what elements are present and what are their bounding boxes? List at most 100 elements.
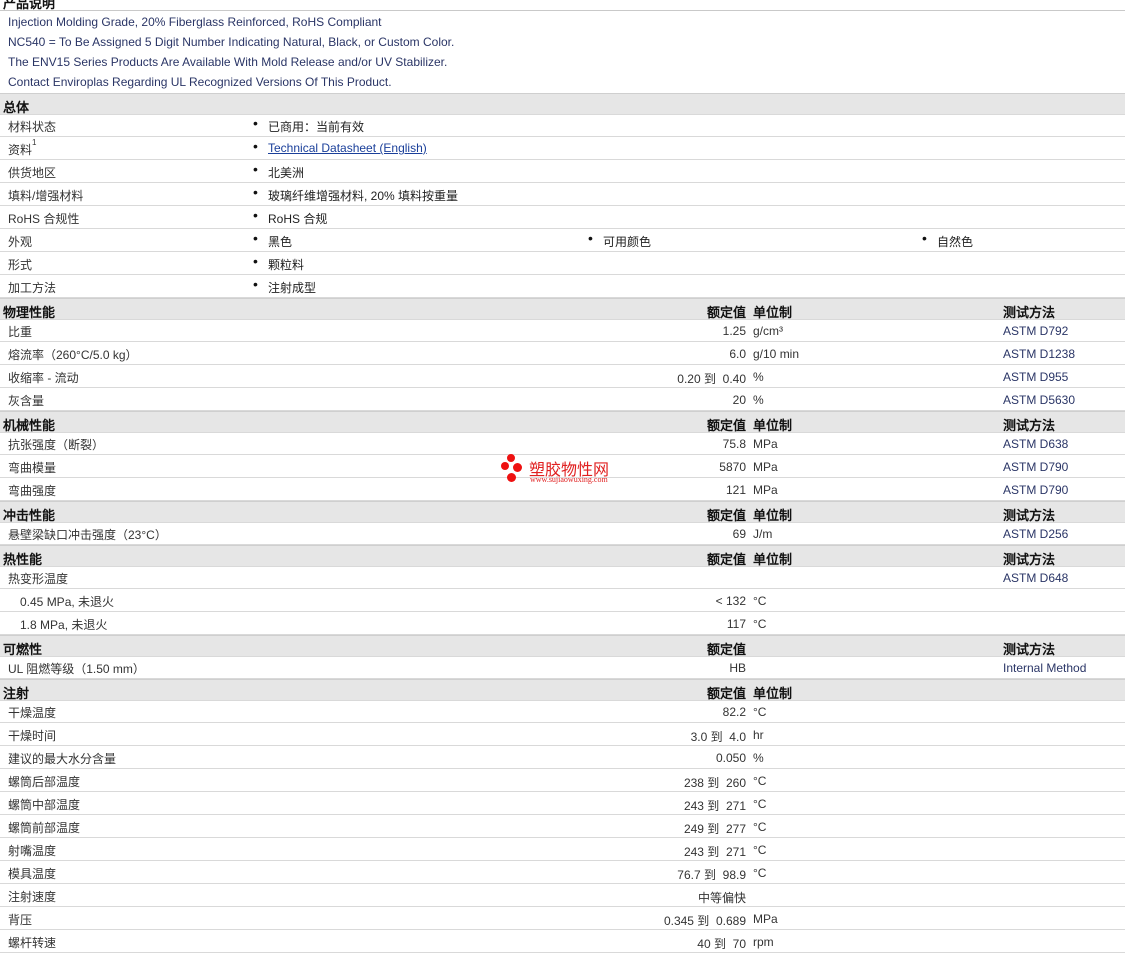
row-value: 北美洲 <box>268 166 305 180</box>
property-unit: MPa <box>753 483 778 497</box>
bullet-icon: • <box>253 253 258 269</box>
row-value: 已商用：当前有效 <box>268 120 365 134</box>
property-row: 收缩率 - 流动 0.20 到 0.40% ASTM D955 <box>0 365 1125 388</box>
section-header: 冲击性能 额定值 单位制 测试方法 <box>0 501 1125 523</box>
property-unit: % <box>753 751 764 765</box>
property-unit: °C <box>753 594 767 608</box>
property-value: 121 <box>725 483 746 497</box>
datasheet-link[interactable]: Technical Datasheet (English) <box>268 141 427 155</box>
property-row: 比重 1.25 g/cm³ ASTM D792 <box>0 319 1125 342</box>
property-row: 螺筒前部温度 249 到 277 °C <box>0 815 1125 838</box>
property-row: UL 阻燃等级（1.50 mm） HB Internal Method <box>0 656 1125 679</box>
description-line: Injection Molding Grade, 20% Fiberglass … <box>8 15 382 29</box>
test-method: Internal Method <box>1003 661 1087 675</box>
row-value: 玻璃纤维增强材料, 20% 填料按重量 <box>268 189 459 203</box>
bullet-icon: • <box>253 230 258 246</box>
property-unit: hr <box>753 728 764 742</box>
property-unit: g/cm³ <box>753 324 783 338</box>
watermark-logo: 塑胶物性网 www.sujiaowuxing.com <box>499 451 639 491</box>
test-method: ASTM D256 <box>1003 527 1069 541</box>
bullet-icon: • <box>253 161 258 177</box>
property-unit: °C <box>753 774 767 788</box>
bullet-icon: • <box>253 276 258 292</box>
property-value: 0.345 到 0.689 <box>663 914 746 928</box>
property-value: 1.25 <box>722 324 746 338</box>
general-row: 材料状态 • 已商用：当前有效 <box>0 114 1125 137</box>
row-value: 颗粒料 <box>268 258 305 272</box>
property-row: 干燥温度 82.2 °C <box>0 700 1125 723</box>
test-method: ASTM D1238 <box>1003 347 1076 361</box>
general-row: RoHS 合规性 • RoHS 合规 <box>0 206 1125 229</box>
property-unit: °C <box>753 843 767 857</box>
description-line: Contact Enviroplas Regarding UL Recogniz… <box>8 75 392 89</box>
property-unit: MPa <box>753 437 778 451</box>
property-label: 0.45 MPa, 未退火 <box>20 595 115 609</box>
footnote-marker: 1 <box>32 138 37 147</box>
logo-dot <box>507 473 516 482</box>
general-row: 供货地区 • 北美洲 <box>0 160 1125 183</box>
bullet-icon: • <box>253 115 258 131</box>
property-label: 建议的最大水分含量 <box>8 752 117 766</box>
property-label: 弯曲强度 <box>8 484 57 498</box>
test-method: ASTM D648 <box>1003 571 1069 585</box>
property-row: 注射速度 中等偏快 <box>0 884 1125 907</box>
property-label: 熔流率（260°C/5.0 kg） <box>8 348 138 362</box>
property-label: 背压 <box>8 913 33 927</box>
property-label: 螺杆转速 <box>8 936 57 950</box>
property-label: UL 阻燃等级（1.50 mm） <box>8 662 145 676</box>
property-unit: °C <box>753 797 767 811</box>
property-label: 干燥时间 <box>8 729 57 743</box>
property-unit: MPa <box>753 912 778 926</box>
row-value: 可用颜色 <box>603 235 652 249</box>
property-label: 射嘴温度 <box>8 844 57 858</box>
property-label: 1.8 MPa, 未退火 <box>20 618 108 632</box>
test-method: ASTM D955 <box>1003 370 1069 384</box>
property-unit: °C <box>753 866 767 880</box>
property-value: 3.0 到 4.0 <box>690 730 746 744</box>
general-row: 形式 • 颗粒料 <box>0 252 1125 275</box>
property-label: 收缩率 - 流动 <box>8 371 79 385</box>
property-unit: MPa <box>753 460 778 474</box>
general-row: 资料1 • Technical Datasheet (English) <box>0 137 1125 160</box>
property-row: 射嘴温度 243 到 271 °C <box>0 838 1125 861</box>
row-label: 填料/增强材料 <box>8 189 84 203</box>
logo-dot <box>513 463 522 472</box>
property-value: 69 <box>732 527 746 541</box>
bullet-icon: • <box>922 230 927 246</box>
test-method: ASTM D638 <box>1003 437 1069 451</box>
section-title: 产品说明 <box>3 0 56 11</box>
watermark-url: www.sujiaowuxing.com <box>530 475 608 484</box>
property-value: 40 到 70 <box>697 937 746 951</box>
property-value: 238 到 260 <box>683 776 746 790</box>
section-header: 可燃性 额定值 测试方法 <box>0 635 1125 657</box>
section-header: 注射 额定值 单位制 <box>0 679 1125 701</box>
property-value: 249 到 277 <box>683 822 746 836</box>
property-unit: J/m <box>753 527 773 541</box>
property-label: 悬壁梁缺口冲击强度（23°C） <box>8 528 167 542</box>
logo-dot <box>501 462 509 470</box>
bullet-icon: • <box>253 207 258 223</box>
general-row: 外观 • 黑色 • 可用颜色 • 自然色 <box>0 229 1125 252</box>
row-label: 外观 <box>8 235 33 249</box>
bullet-icon: • <box>253 184 258 200</box>
section-header: 总体 <box>0 93 1125 115</box>
property-value: 75.8 <box>722 437 746 451</box>
property-label: 模具温度 <box>8 867 57 881</box>
property-label: 比重 <box>8 325 33 339</box>
property-row: 建议的最大水分含量 0.050% <box>0 746 1125 769</box>
general-row: 填料/增强材料 • 玻璃纤维增强材料, 20% 填料按重量 <box>0 183 1125 206</box>
property-label: 螺筒中部温度 <box>8 798 81 812</box>
property-value: 76.7 到 98.9 <box>677 868 746 882</box>
property-row: 螺筒后部温度 238 到 260 °C <box>0 769 1125 792</box>
row-value: 黑色 <box>268 235 293 249</box>
property-value: 117 <box>726 617 746 631</box>
property-row: 1.8 MPa, 未退火 117 °C <box>0 612 1125 635</box>
test-method: ASTM D790 <box>1003 483 1069 497</box>
section-header: 物理性能 额定值 单位制 测试方法 <box>0 298 1125 320</box>
property-value: 243 到 271 <box>683 799 746 813</box>
property-unit: °C <box>753 820 767 834</box>
property-value: HB <box>729 661 746 675</box>
general-row: 加工方法 • 注射成型 <box>0 275 1125 298</box>
logo-dot <box>507 454 515 462</box>
property-row: 热变形温度 ASTM D648 <box>0 566 1125 589</box>
